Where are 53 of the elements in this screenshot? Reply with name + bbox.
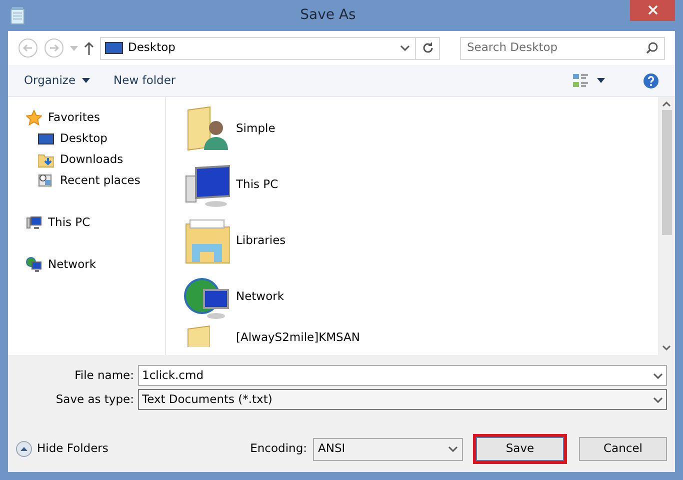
hide-folders-button[interactable]: Hide Folders bbox=[16, 440, 108, 458]
view-options-icon[interactable] bbox=[573, 72, 589, 88]
computer-icon bbox=[26, 214, 42, 230]
file-item[interactable]: Simple bbox=[236, 120, 276, 138]
close-icon bbox=[648, 5, 658, 16]
encoding-dropdown[interactable]: ANSI bbox=[313, 438, 463, 460]
search-field[interactable]: Search Desktop bbox=[460, 36, 665, 60]
chevron-down-icon[interactable] bbox=[400, 45, 410, 51]
chevron-down-icon[interactable] bbox=[653, 396, 663, 402]
file-item[interactable]: [AlwayS2mile]KMSAN bbox=[236, 329, 360, 346]
collapse-icon bbox=[16, 441, 32, 457]
window-title: Save As bbox=[299, 6, 357, 25]
chevron-down-icon[interactable] bbox=[653, 372, 663, 378]
organize-button[interactable]: Organize bbox=[24, 72, 90, 90]
sidebar-item[interactable]: Desktop bbox=[60, 130, 108, 148]
save-button[interactable]: Save bbox=[476, 437, 564, 461]
scrollbar-thumb[interactable] bbox=[662, 110, 672, 235]
chevron-down-icon[interactable] bbox=[448, 446, 458, 452]
save-type-label: Save as type: bbox=[54, 390, 134, 408]
up-arrow-icon[interactable] bbox=[84, 41, 94, 55]
sidebar-item[interactable]: Recent places bbox=[60, 172, 140, 190]
new-folder-button[interactable]: New folder bbox=[114, 72, 176, 90]
computer-icon bbox=[184, 162, 230, 208]
star-icon bbox=[26, 110, 42, 126]
sidebar-item[interactable]: Network bbox=[48, 256, 96, 274]
address-text: Desktop bbox=[128, 39, 176, 56]
address-bar[interactable]: Desktop bbox=[100, 36, 440, 60]
encoding-label: Encoding: bbox=[250, 440, 307, 458]
cancel-button[interactable]: Cancel bbox=[579, 437, 667, 461]
save-type-dropdown[interactable]: Text Documents (*.txt) bbox=[138, 389, 667, 410]
sidebar-item[interactable]: This PC bbox=[48, 214, 90, 232]
libraries-icon bbox=[184, 218, 230, 264]
network-icon bbox=[26, 256, 42, 272]
scroll-down-icon[interactable] bbox=[662, 345, 671, 351]
refresh-icon[interactable] bbox=[422, 42, 434, 54]
file-item[interactable]: Libraries bbox=[236, 232, 286, 250]
file-name-label: File name: bbox=[74, 366, 134, 384]
file-name-field[interactable]: 1click.cmd bbox=[138, 365, 667, 386]
desktop-icon bbox=[38, 130, 54, 146]
scroll-up-icon[interactable] bbox=[662, 101, 671, 107]
help-icon[interactable] bbox=[643, 72, 659, 88]
close-button[interactable] bbox=[630, 0, 675, 21]
file-item[interactable]: This PC bbox=[236, 176, 278, 194]
file-item[interactable]: Network bbox=[236, 288, 284, 306]
desktop-icon bbox=[105, 42, 123, 54]
recent-places-icon bbox=[38, 172, 54, 188]
caret-icon[interactable] bbox=[597, 78, 605, 83]
folder-download-icon bbox=[38, 152, 54, 168]
caret-icon bbox=[82, 78, 90, 83]
sidebar-item[interactable]: Downloads bbox=[60, 150, 124, 168]
notepad-icon bbox=[10, 6, 26, 24]
search-icon[interactable] bbox=[646, 42, 658, 54]
sidebar-item[interactable]: Favorites bbox=[48, 108, 100, 126]
